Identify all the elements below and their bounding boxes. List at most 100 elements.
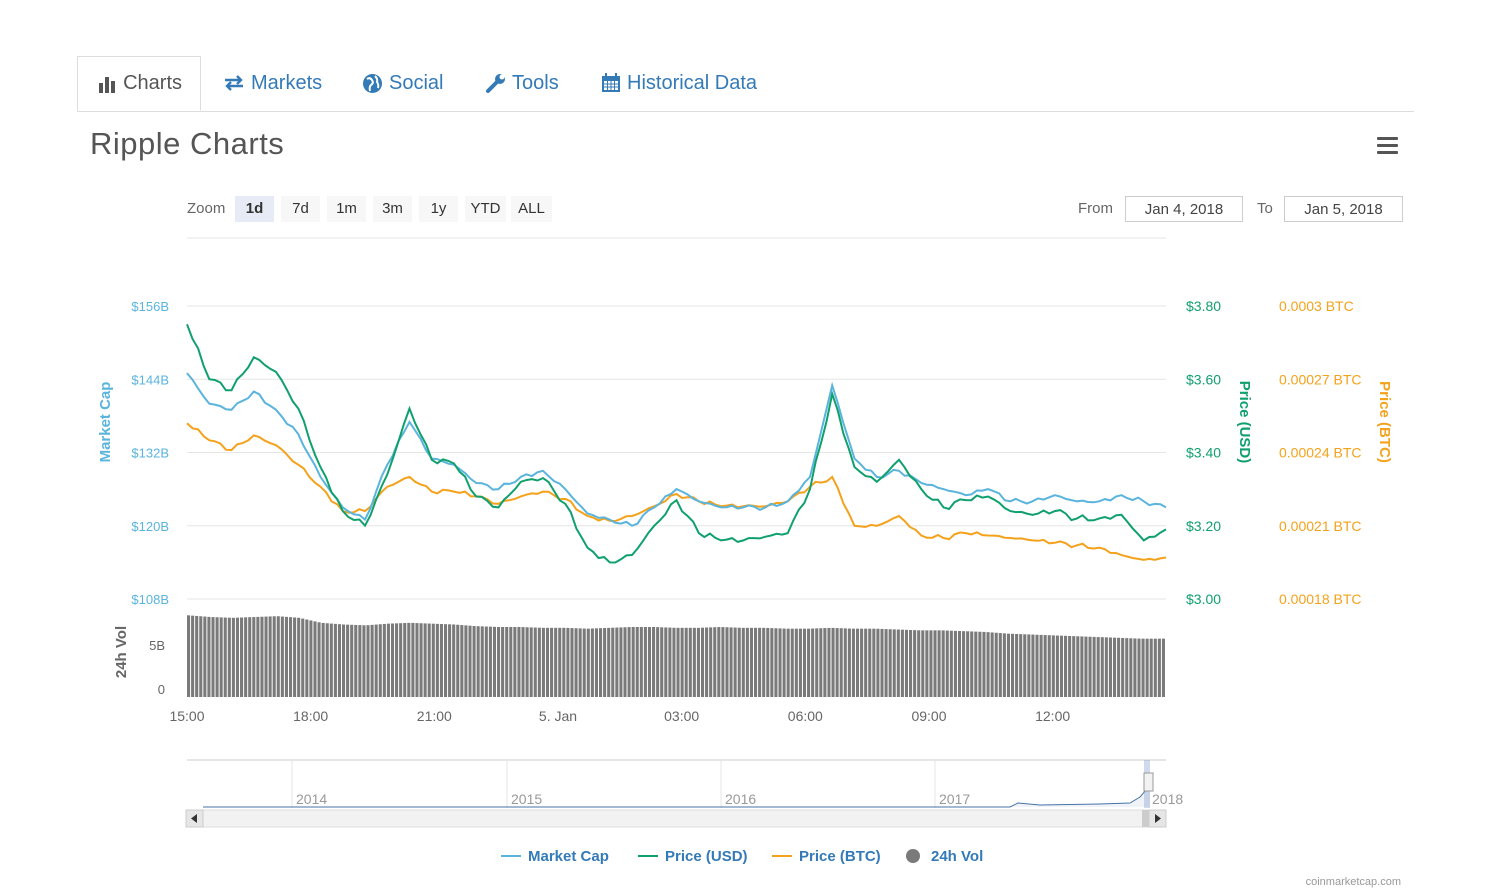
volume-bar [705,627,709,697]
navigator-year-label: 2018 [1152,791,1183,807]
price-usd-tick-label: $3.00 [1186,591,1221,607]
volume-bar [913,630,917,697]
volume-bar [994,632,998,697]
navigator-scrollbar-track [185,809,1167,828]
volume-bar [688,627,692,697]
volume-bar [933,630,937,697]
volume-bar [1088,636,1092,697]
volume-bar [937,630,941,697]
volume-bar [978,631,982,697]
volume-bar [1015,633,1019,697]
volume-bar [488,626,492,697]
volume-bar [562,627,566,697]
volume-bar [851,628,855,697]
volume-bar [835,628,839,697]
x-tick-label: 15:00 [169,708,204,724]
volume-bar [921,630,925,697]
volume-bar [244,617,248,697]
volume-bar [288,617,293,697]
volume-bar [966,631,970,697]
volume-bar [709,627,713,697]
volume-bar [700,627,705,697]
market-cap-tick-label: $132B [131,446,169,461]
market-cap-tick-label: $120B [131,519,169,534]
volume-bar [260,616,264,697]
volume-bar [827,627,831,697]
volume-bar [354,624,358,697]
volume-bar [297,617,301,697]
volume-bar [1010,633,1015,697]
volume-bar [986,632,990,697]
volume-bar [333,623,337,697]
volume-bar [501,627,505,697]
legend-item[interactable]: Market Cap [528,848,609,865]
x-tick-label: 21:00 [417,708,452,724]
volume-tick-label: 0 [158,682,165,697]
price-usd-axis-title: Price (USD) [1236,381,1253,464]
volume-bar [1112,637,1117,697]
volume-bar [770,628,774,697]
volume-bar [293,617,297,697]
volume-bar [598,628,603,697]
volume-bar [778,628,782,697]
volume-bar [370,624,374,697]
volume-bar [839,628,843,697]
volume-bar [1002,633,1006,697]
volume-bar [1035,634,1039,697]
volume-bar [758,627,762,697]
volume-bar [721,627,725,697]
volume-bar [533,627,537,697]
volume-bar [525,627,529,697]
legend-item[interactable]: Price (USD) [665,848,748,865]
volume-bar [982,631,986,697]
volume-bar [407,622,411,697]
credit-link[interactable]: coinmarketcap.com [1306,876,1401,888]
volume-bar [187,615,191,697]
volume-bar [191,615,195,697]
volume-bar [1104,637,1108,697]
volume-bar [395,623,399,697]
price-btc-axis-title: Price (BTC) [1376,381,1393,463]
volume-bar [692,627,696,697]
navigator-handle [1143,772,1154,792]
volume-bar [717,627,721,697]
price-btc-tick-label: 0.00024 BTC [1279,445,1362,461]
price-btc-tick-label: 0.00027 BTC [1279,371,1362,387]
market-cap-tick-label: $108B [131,592,169,607]
volume-bar [949,630,953,697]
volume-bar [831,627,835,697]
volume-bar [513,627,517,697]
volume-bar [582,628,586,697]
x-tick-label: 09:00 [911,708,946,724]
legend-item[interactable]: Price (BTC) [799,848,881,865]
volume-bar [456,624,460,697]
volume-bar [276,616,280,697]
volume-bar [998,633,1002,697]
volume-bar [990,632,994,697]
volume-bar [696,627,700,697]
navigator-year-label: 2014 [296,791,327,807]
volume-bar [745,627,749,697]
market-cap-tick-label: $156B [131,299,169,314]
volume-bar [1145,638,1149,697]
volume-bar [586,628,590,697]
volume-bar [631,627,635,697]
volume-bar [554,627,558,697]
volume-bar [231,617,235,697]
volume-bar [1084,636,1088,697]
navigator-area [203,784,1150,807]
navigator-year-label: 2016 [725,791,756,807]
volume-bar [1027,634,1031,697]
volume-bar [819,628,823,697]
volume-bar [802,628,807,697]
volume-bar [974,631,978,697]
navigator-line [203,783,1151,808]
volume-bar [346,624,350,697]
volume-bar [900,629,904,697]
legend-item[interactable]: 24h Vol [931,848,983,865]
volume-bar [301,618,305,697]
volume-bar [847,628,851,697]
price-btc-line [186,422,1167,561]
volume-bar [762,627,766,697]
price-btc-tick-label: 0.00018 BTC [1279,591,1362,607]
